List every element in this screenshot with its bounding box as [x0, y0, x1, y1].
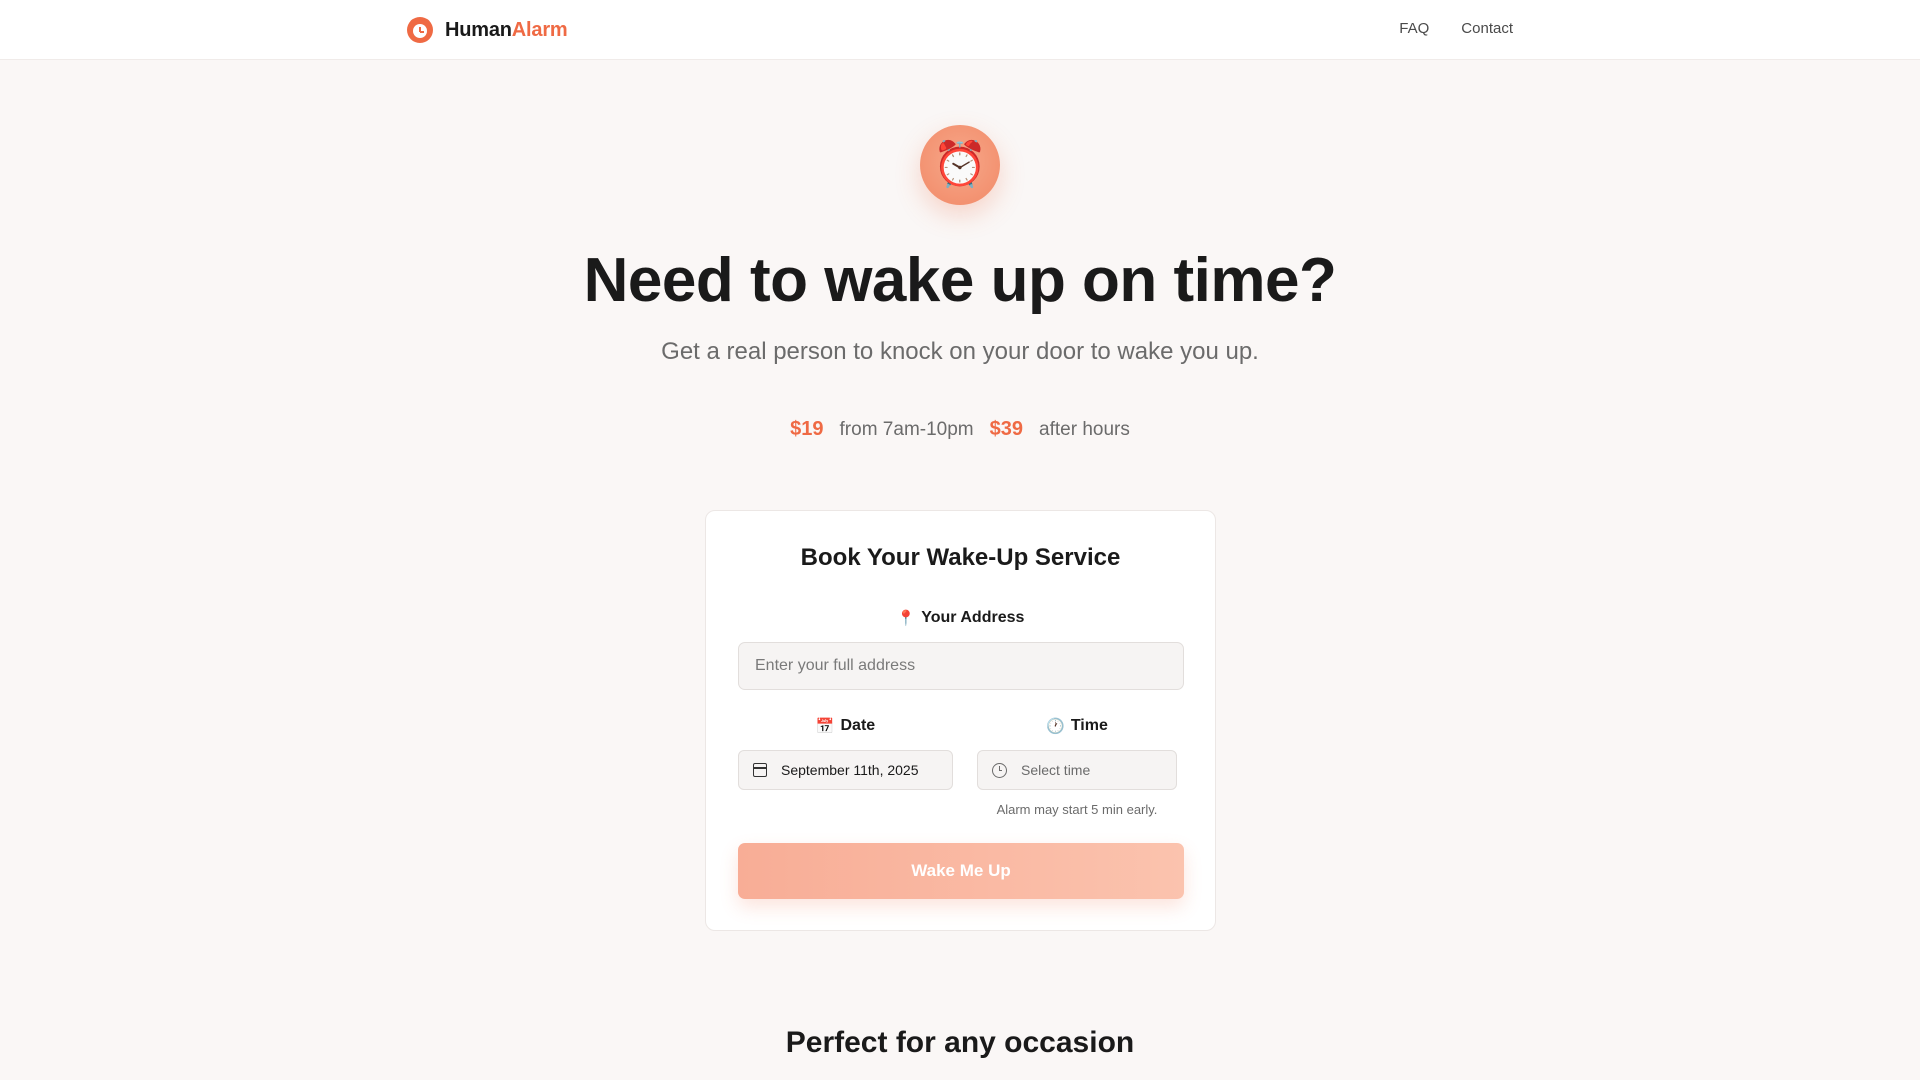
calendar-emoji-icon: 📅	[815, 718, 835, 735]
booking-form-title: Book Your Wake-Up Service	[800, 544, 1121, 571]
address-input[interactable]	[738, 642, 1184, 690]
date-label: 📅 Date	[738, 717, 953, 735]
main-nav: FAQ Contact	[1399, 20, 1513, 37]
time-label-text: Time	[1070, 717, 1108, 734]
price-standard-desc: from 7am-10pm	[839, 419, 974, 440]
time-picker-button[interactable]: Select time	[977, 750, 1177, 790]
nav-link-contact[interactable]: Contact	[1461, 20, 1513, 37]
time-placeholder: Select time	[1021, 762, 1091, 778]
brand-name-part2: Alarm	[511, 18, 568, 41]
occasion-section-title: Perfect for any occasion	[785, 1026, 1135, 1059]
clock-icon	[992, 762, 1007, 778]
calendar-icon	[753, 763, 767, 777]
date-picker-button[interactable]: September 11th, 2025	[738, 750, 953, 790]
date-value: September 11th, 2025	[781, 762, 919, 778]
brand-name: HumanAlarm	[445, 19, 568, 42]
address-label: 📍 Your Address	[706, 609, 1215, 627]
hero-subtitle: Get a real person to knock on your door …	[661, 338, 1259, 365]
pin-icon: 📍	[896, 610, 916, 627]
top-navbar: HumanAlarm FAQ Contact	[0, 0, 1920, 60]
hero-title: Need to wake up on time?	[583, 246, 1337, 315]
wake-me-up-button[interactable]: Wake Me Up	[738, 843, 1184, 899]
price-after-hours-desc: after hours	[1039, 419, 1130, 440]
date-label-text: Date	[840, 717, 876, 734]
time-label: 🕐 Time	[977, 717, 1177, 735]
brand-name-part1: Human	[445, 18, 512, 41]
alarm-clock-icon	[407, 17, 433, 43]
brand-logo-link[interactable]: HumanAlarm	[407, 17, 568, 43]
booking-form-card: Book Your Wake-Up Service 📍 Your Address…	[705, 510, 1216, 931]
price-standard: $19	[790, 418, 824, 440]
pricing-summary: $19 from 7am-10pm $39 after hours	[0, 418, 1920, 441]
alarm-clock-icon: ⏰	[920, 125, 1000, 205]
nav-link-faq[interactable]: FAQ	[1399, 20, 1429, 37]
price-after-hours: $39	[989, 418, 1024, 440]
time-note: Alarm may start 5 min early.	[996, 802, 1158, 817]
address-label-text: Your Address	[921, 609, 1025, 626]
clock-emoji-icon: 🕐	[1046, 718, 1065, 735]
